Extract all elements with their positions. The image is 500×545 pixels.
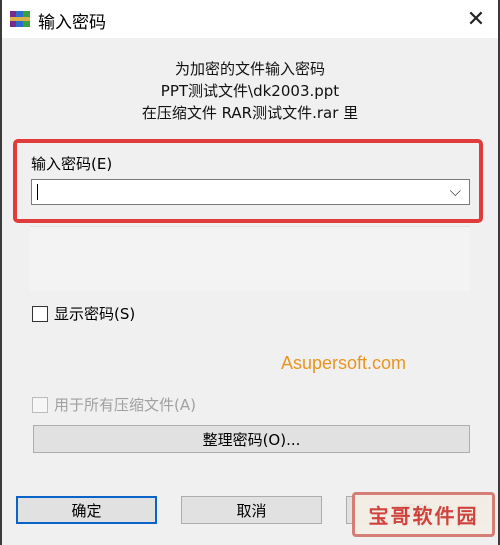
password-label: 输入密码(E): [31, 155, 113, 173]
info-line-archive: 在压缩文件 RAR测试文件.rar 里: [141, 104, 359, 122]
cancel-button[interactable]: 取消: [181, 496, 322, 524]
options-panel: [30, 226, 470, 291]
apply-all-row: 用于所有压缩文件(A): [32, 394, 196, 415]
close-icon: ✕: [466, 6, 486, 32]
title-bar: 输入密码 ✕: [2, 0, 498, 38]
window-title: 输入密码: [38, 13, 106, 33]
apply-all-label: 用于所有压缩文件(A): [54, 396, 196, 414]
ok-button[interactable]: 确定: [16, 496, 157, 524]
organize-passwords-button[interactable]: 整理密码(O)...: [33, 425, 470, 453]
apply-all-checkbox: [32, 396, 48, 413]
show-password-row[interactable]: 显示密码(S): [32, 303, 135, 324]
info-line-prompt: 为加密的文件输入密码: [174, 60, 325, 78]
password-input[interactable]: ⌵: [31, 179, 470, 205]
close-button[interactable]: ✕: [460, 4, 492, 34]
show-password-checkbox[interactable]: [32, 305, 48, 322]
watermark-text: Asupersoft.com: [281, 353, 407, 373]
info-line-filename: PPT测试文件\dk2003.ppt: [160, 82, 340, 100]
show-password-label[interactable]: 显示密码(S): [54, 303, 135, 324]
chevron-down-icon[interactable]: ⌵: [450, 182, 461, 200]
winrar-icon: [10, 11, 30, 27]
watermark-badge: 宝哥软件园: [352, 492, 495, 537]
text-caret: [37, 184, 38, 200]
